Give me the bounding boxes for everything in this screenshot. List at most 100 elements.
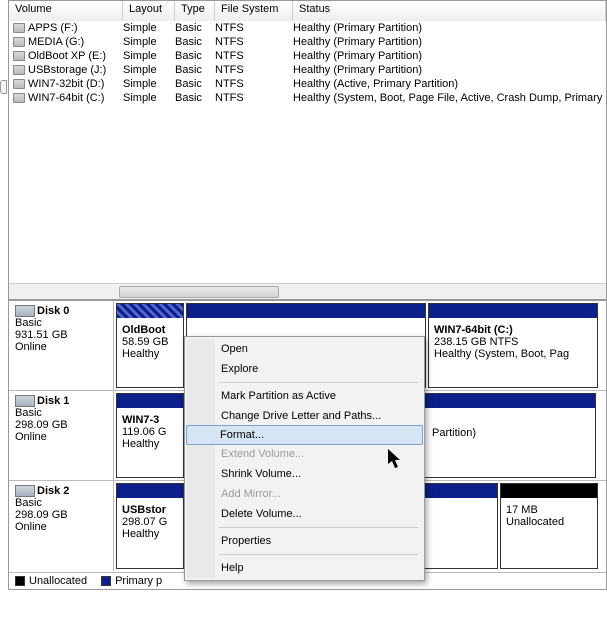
column-headers: Volume Layout Type File System Status <box>9 1 606 21</box>
menu-properties[interactable]: Properties <box>187 531 422 551</box>
drive-icon <box>13 93 25 103</box>
volume-layout: Simple <box>123 49 175 63</box>
disk-name: Disk 1 <box>37 395 69 407</box>
menu-separator <box>219 527 418 528</box>
horizontal-scrollbar[interactable] <box>9 283 606 299</box>
volume-type: Basic <box>175 35 215 49</box>
disk-icon <box>15 305 35 317</box>
disk-size: 931.51 GB <box>15 329 107 341</box>
menu-separator <box>219 382 418 383</box>
volume-list-pane: Volume Layout Type File System Status AP… <box>8 0 607 300</box>
disk-info[interactable]: Disk 1Basic298.09 GBOnline <box>9 391 114 480</box>
menu-explore[interactable]: Explore <box>187 359 422 379</box>
table-row[interactable]: MEDIA (G:) SimpleBasicNTFSHealthy (Primar… <box>9 35 606 49</box>
disk-info[interactable]: Disk 0Basic931.51 GBOnline <box>9 301 114 390</box>
menu-extend-volume: Extend Volume... <box>187 444 422 464</box>
volume-layout: Simple <box>123 21 175 35</box>
partition-bar <box>117 394 183 408</box>
header-layout[interactable]: Layout <box>123 1 175 21</box>
partition-status: Healthy <box>122 528 178 540</box>
partition[interactable]: OldBoot58.59 GBHealthy <box>116 303 184 388</box>
disk-icon <box>15 395 35 407</box>
volume-type: Basic <box>175 91 215 105</box>
volume-layout: Simple <box>123 63 175 77</box>
partition[interactable]: USBstor298.07 GHealthy <box>116 483 184 569</box>
volume-status: Healthy (Primary Partition) <box>293 35 606 49</box>
table-row[interactable]: USBstorage (J:)SimpleBasicNTFSHealthy (P… <box>9 63 606 77</box>
volume-status: Healthy (System, Boot, Page File, Active… <box>293 91 606 105</box>
menu-mark-active[interactable]: Mark Partition as Active <box>187 386 422 406</box>
drive-icon <box>13 65 25 75</box>
legend-primary: Primary p <box>101 575 162 587</box>
header-filesystem[interactable]: File System <box>215 1 293 21</box>
volume-status: Healthy (Primary Partition) <box>293 63 606 77</box>
partition-size: 298.07 G <box>122 516 178 528</box>
partition-bar <box>117 484 183 498</box>
partition[interactable]: WIN7-64bit (C:)238.15 GB NTFSHealthy (Sy… <box>428 303 598 388</box>
partition-size: 238.15 GB NTFS <box>434 336 592 348</box>
menu-add-mirror: Add Mirror... <box>187 484 422 504</box>
legend-swatch-black <box>15 576 25 586</box>
disk-icon <box>15 485 35 497</box>
menu-delete-volume[interactable]: Delete Volume... <box>187 504 422 524</box>
table-row[interactable]: OldBoot XP (E:)SimpleBasicNTFSHealthy (P… <box>9 49 606 63</box>
volume-name: WIN7-64bit (C:) <box>28 91 104 105</box>
volume-status: Healthy (Active, Primary Partition) <box>293 77 606 91</box>
volume-name: USBstorage (J:) <box>28 63 106 77</box>
table-row[interactable]: WIN7-64bit (C:)SimpleBasicNTFSHealthy (S… <box>9 91 606 105</box>
disk-name: Disk 0 <box>37 305 69 317</box>
menu-open[interactable]: Open <box>187 339 422 359</box>
partition-bar <box>429 304 597 318</box>
volume-name: MEDIA (G:) <box>28 35 84 49</box>
partition-status: Healthy <box>122 348 178 360</box>
disk-type: Basic <box>15 497 107 509</box>
partition-bar <box>117 304 183 318</box>
partition-status: Unallocated <box>506 516 592 528</box>
disk-type: Basic <box>15 317 107 329</box>
disk-info[interactable]: Disk 2Basic298.09 GBOnline <box>9 481 114 571</box>
scrollbar-thumb[interactable] <box>119 286 279 298</box>
menu-shrink-volume[interactable]: Shrink Volume... <box>187 464 422 484</box>
drive-icon <box>13 23 25 33</box>
menu-change-drive-letter[interactable]: Change Drive Letter and Paths... <box>187 406 422 426</box>
partition-bar <box>501 484 597 498</box>
partition-label: USBstor <box>122 504 178 516</box>
partition[interactable]: 17 MBUnallocated <box>500 483 598 569</box>
volume-layout: Simple <box>123 91 175 105</box>
volume-name: APPS (F:) <box>28 21 78 35</box>
volume-type: Basic <box>175 49 215 63</box>
volume-status: Healthy (Primary Partition) <box>293 21 606 35</box>
disk-size: 298.09 GB <box>15 419 107 431</box>
menu-separator <box>219 554 418 555</box>
table-row[interactable]: WIN7-32bit (D:)SimpleBasicNTFSHealthy (A… <box>9 77 606 91</box>
volume-fs: NTFS <box>215 77 293 91</box>
volume-type: Basic <box>175 77 215 91</box>
legend-swatch-blue <box>101 576 111 586</box>
partition-size: 17 MB <box>506 504 592 516</box>
volume-layout: Simple <box>123 35 175 49</box>
volume-fs: NTFS <box>215 35 293 49</box>
partition-size: 119.06 G <box>122 426 178 438</box>
volume-type: Basic <box>175 21 215 35</box>
volume-status: Healthy (Primary Partition) <box>293 49 606 63</box>
menu-help[interactable]: Help <box>187 558 422 578</box>
drive-icon <box>13 37 25 47</box>
partition-bar <box>187 304 425 318</box>
volume-rows: APPS (F:)SimpleBasicNTFSHealthy (Primary… <box>9 21 606 105</box>
drive-icon <box>13 51 25 61</box>
header-type[interactable]: Type <box>175 1 215 21</box>
partition-size: 58.59 GB <box>122 336 178 348</box>
disk-type: Basic <box>15 407 107 419</box>
header-volume[interactable]: Volume <box>9 1 123 21</box>
partition[interactable]: WIN7-3119.06 GHealthy <box>116 393 184 478</box>
side-tab[interactable] <box>0 80 7 94</box>
partition-status: Partition) <box>432 427 590 439</box>
header-status[interactable]: Status <box>293 1 606 21</box>
table-row[interactable]: APPS (F:)SimpleBasicNTFSHealthy (Primary… <box>9 21 606 35</box>
partition-label: WIN7-64bit (C:) <box>434 324 592 336</box>
legend-unallocated: Unallocated <box>15 575 87 587</box>
menu-format[interactable]: Format... <box>186 425 423 445</box>
disk-state: Online <box>15 521 107 533</box>
partition-status: Healthy <box>122 438 178 450</box>
context-menu: Open Explore Mark Partition as Active Ch… <box>184 336 425 581</box>
